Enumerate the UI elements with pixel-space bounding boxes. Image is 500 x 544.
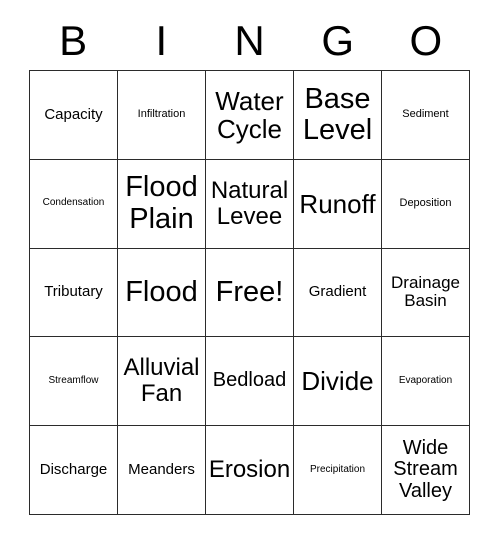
bingo-cell[interactable]: Deposition — [382, 159, 470, 249]
header-letter-n: N — [234, 17, 265, 64]
bingo-cell-label: Divide — [301, 366, 374, 397]
bingo-cell-label: Free! — [215, 275, 284, 308]
bingo-cell-label: Discharge — [39, 461, 108, 478]
bingo-cell[interactable]: Erosion — [206, 426, 294, 515]
bingo-cell-label: Precipitation — [309, 463, 366, 475]
bingo-cell-label: Water Cycle — [215, 85, 284, 144]
bingo-cell[interactable]: Meanders — [118, 426, 206, 515]
bingo-cell-label: Runoff — [299, 188, 376, 219]
bingo-cell[interactable]: Streamflow — [30, 337, 118, 427]
bingo-cell[interactable]: Infiltration — [118, 71, 206, 160]
bingo-cell[interactable]: Bedload — [206, 337, 294, 427]
header-letter-b: B — [59, 17, 88, 64]
bingo-cell-label: Sediment — [402, 107, 449, 120]
bingo-cell[interactable]: Wide Stream Valley — [382, 426, 470, 515]
header-letter-g: G — [321, 17, 355, 64]
bingo-cell[interactable]: Capacity — [30, 71, 118, 160]
bingo-cell-label: Deposition — [399, 196, 452, 209]
bingo-cell-label: Flood — [125, 275, 198, 308]
header-letter-o: O — [409, 17, 443, 64]
bingo-cell[interactable]: Condensation — [30, 159, 118, 249]
bingo-cell-label: Infiltration — [137, 107, 186, 120]
bingo-cell[interactable]: Base Level — [294, 71, 382, 160]
bingo-cell-label: Gradient — [308, 283, 367, 301]
bingo-cell-label: Streamflow — [48, 374, 99, 386]
bingo-cell-label: Drainage Basin — [391, 273, 460, 311]
bingo-cell[interactable]: Sediment — [382, 71, 470, 160]
bingo-cell-label: Tributary — [44, 283, 103, 301]
bingo-cell-label: Condensation — [42, 197, 105, 209]
bingo-cell[interactable]: Water Cycle — [206, 71, 294, 160]
bingo-cell-label: Bedload — [212, 369, 287, 392]
bingo-cell[interactable]: Flood Plain — [118, 159, 206, 249]
bingo-cell[interactable]: Gradient — [294, 248, 382, 338]
bingo-cell-label: Evaporation — [398, 374, 453, 386]
bingo-cell[interactable]: Runoff — [294, 159, 382, 249]
bingo-cell[interactable]: Divide — [294, 337, 382, 427]
bingo-cell[interactable]: Precipitation — [294, 426, 382, 515]
bingo-card: B I N G O Capacity Infiltration Water Cycl… — [0, 0, 500, 544]
bingo-cell[interactable]: Free! — [206, 248, 294, 338]
bingo-cell-label: Natural Levee — [210, 176, 289, 230]
header-letter-i: I — [155, 17, 168, 64]
bingo-cell[interactable]: Discharge — [30, 426, 118, 515]
bingo-cell[interactable]: Tributary — [30, 248, 118, 338]
bingo-cell[interactable]: Flood — [118, 248, 206, 338]
bingo-cell[interactable]: Drainage Basin — [382, 248, 470, 338]
bingo-cell-label: Erosion — [208, 456, 291, 484]
bingo-cell[interactable]: Evaporation — [382, 337, 470, 427]
bingo-cell-label: Capacity — [44, 105, 103, 123]
bingo-cell-label: Flood Plain — [125, 171, 198, 235]
bingo-cell-label: Base Level — [302, 82, 373, 146]
bingo-cell-label: Alluvial Fan — [123, 354, 200, 408]
bingo-cell[interactable]: Alluvial Fan — [118, 337, 206, 427]
bingo-cell-label: Meanders — [128, 461, 195, 478]
bingo-cell-label: Wide Stream Valley — [393, 436, 458, 502]
bingo-header-row: B I N G O — [29, 12, 470, 70]
bingo-cell[interactable]: Natural Levee — [206, 159, 294, 249]
bingo-grid: Capacity Infiltration Water Cycle Base Leve… — [29, 70, 470, 515]
